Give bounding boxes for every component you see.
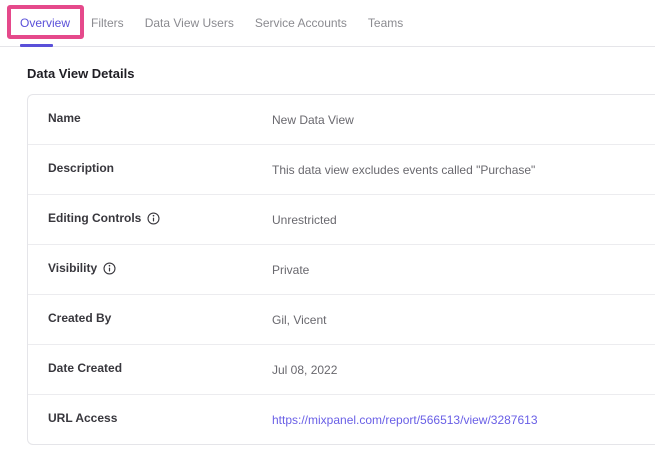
row-value-cell: https://mixpanel.com/report/566513/view/…	[272, 411, 655, 429]
row-label-cell: Created By	[48, 311, 272, 325]
row-value: Jul 08, 2022	[272, 363, 337, 377]
page-title: Data View Details	[27, 66, 655, 81]
tab-teams[interactable]: Teams	[368, 16, 403, 30]
tab-data-view-users[interactable]: Data View Users	[145, 16, 234, 30]
row-value-cell: This data view excludes events called "P…	[272, 161, 655, 179]
tab-overview[interactable]: Overview	[20, 16, 70, 30]
row-label-cell: Description	[48, 161, 272, 175]
row-label-cell: Visibility	[48, 261, 272, 275]
row-label: Created By	[48, 311, 111, 325]
row-label: URL Access	[48, 411, 117, 425]
row-label: Date Created	[48, 361, 122, 375]
row-label-cell: Name	[48, 111, 272, 125]
row-label: Name	[48, 111, 81, 125]
tab-service-accounts[interactable]: Service Accounts	[255, 16, 347, 30]
tab-label: Service Accounts	[255, 16, 347, 30]
tab-label: Filters	[91, 16, 124, 30]
table-row: Description This data view excludes even…	[28, 145, 655, 195]
settings-tab-bar: Overview Filters Data View Users Service…	[0, 0, 655, 47]
row-value-cell: Unrestricted	[272, 211, 655, 229]
row-value-cell: Jul 08, 2022	[272, 361, 655, 379]
info-icon[interactable]	[103, 262, 116, 275]
url-access-link[interactable]: https://mixpanel.com/report/566513/view/…	[272, 413, 538, 427]
row-label: Description	[48, 161, 114, 175]
tab-label: Overview	[20, 16, 70, 30]
row-value: Gil, Vicent	[272, 313, 326, 327]
row-value: New Data View	[272, 113, 354, 127]
table-row: Name New Data View	[28, 95, 655, 145]
row-label-cell: Date Created	[48, 361, 272, 375]
row-value-cell: Private	[272, 261, 655, 279]
active-tab-underline	[20, 44, 53, 47]
tab-label: Data View Users	[145, 16, 234, 30]
table-row: Date Created Jul 08, 2022	[28, 345, 655, 395]
table-row: Created By Gil, Vicent	[28, 295, 655, 345]
data-view-details-card: Name New Data View Description	[27, 94, 655, 445]
row-value-cell: New Data View	[272, 111, 655, 129]
row-label: Editing Controls	[48, 211, 141, 225]
tab-label: Teams	[368, 16, 403, 30]
table-row: Editing Controls Unrestricted	[28, 195, 655, 245]
row-value: Private	[272, 263, 309, 277]
row-label-cell: URL Access	[48, 411, 272, 425]
info-icon[interactable]	[147, 212, 160, 225]
table-row: URL Access https://mixpanel.com/report/5…	[28, 395, 655, 444]
row-value: Unrestricted	[272, 213, 337, 227]
tab-filters[interactable]: Filters	[91, 16, 124, 30]
row-value-cell: Gil, Vicent	[272, 311, 655, 329]
table-row: Visibility Private	[28, 245, 655, 295]
row-label-cell: Editing Controls	[48, 211, 272, 225]
row-label: Visibility	[48, 261, 97, 275]
row-value: This data view excludes events called "P…	[272, 163, 535, 177]
